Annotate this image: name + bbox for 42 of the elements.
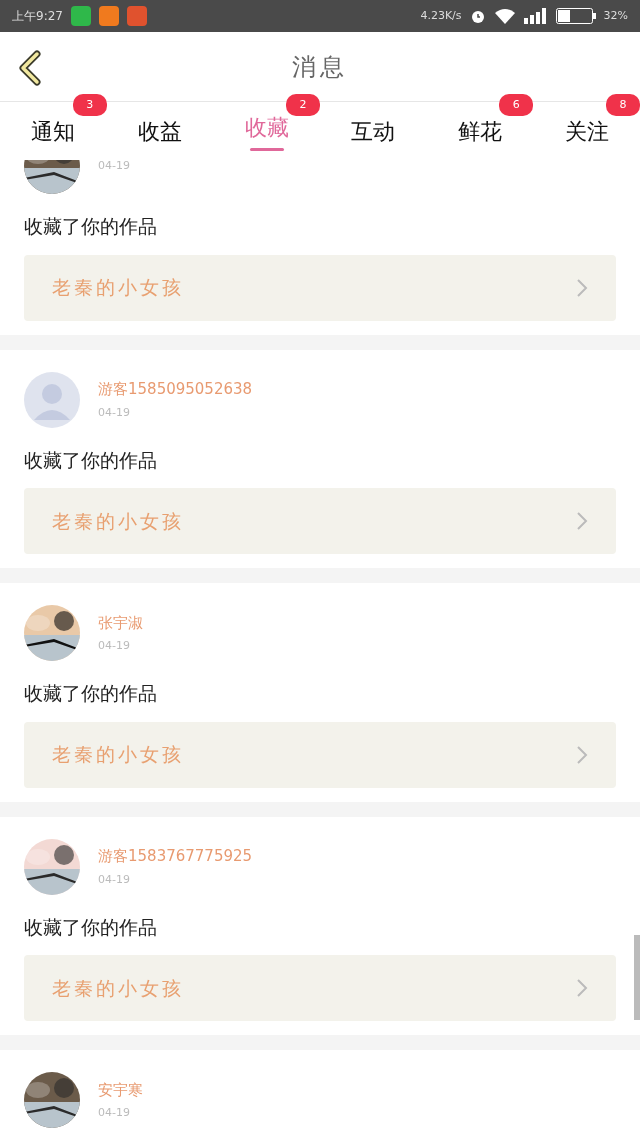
page-title: 消息: [292, 51, 348, 83]
message-date: 04-19: [98, 404, 131, 421]
user-name[interactable]: 游客1585095052638: [98, 378, 253, 401]
chevron-right-icon: [576, 978, 588, 998]
tab[interactable]: 互动: [320, 102, 427, 160]
user-name[interactable]: 游客1583767775925: [98, 845, 253, 868]
chevron-left-icon: [17, 50, 43, 86]
chevron-right-icon: [576, 277, 588, 298]
chevron-right-icon: [576, 511, 588, 531]
count-badge: 3: [72, 94, 107, 116]
message-text: 收藏了你的作品: [24, 914, 158, 940]
message-date: 04-19: [98, 1105, 131, 1121]
work-link[interactable]: 老秦的小女孩: [24, 254, 616, 321]
work-link[interactable]: 老秦的小女孩: [24, 955, 616, 1021]
message-date: 04-19: [98, 638, 131, 654]
signal-icon: [523, 8, 548, 24]
user-name[interactable]: 安宇寒: [98, 1078, 143, 1101]
battery-icon: [555, 8, 596, 24]
alarm-icon: [469, 8, 486, 24]
count-badge: 8: [606, 94, 640, 116]
count-badge: 6: [499, 94, 534, 116]
clock-time: 上午9:27: [12, 8, 63, 25]
message-text: 收藏了你的作品: [24, 681, 158, 706]
message-date: 04-19: [98, 160, 130, 174]
user-name[interactable]: 张宇淑: [98, 611, 143, 634]
message-date: 04-19: [98, 871, 131, 888]
work-link[interactable]: 老秦的小女孩: [24, 721, 616, 788]
message-text: 收藏了你的作品: [24, 214, 158, 239]
message-text: 收藏了你的作品: [24, 447, 158, 473]
tab[interactable]: 收益: [106, 102, 214, 160]
back-button[interactable]: [16, 50, 44, 86]
battery-percent: 32%: [603, 7, 628, 24]
wifi-icon: [493, 8, 516, 24]
chevron-right-icon: [576, 744, 588, 765]
tab-indicator: [249, 148, 284, 151]
app-icon: [126, 6, 147, 26]
work-link[interactable]: 老秦的小女孩: [24, 488, 616, 554]
avatar-icon: [24, 371, 80, 428]
count-badge: 2: [286, 94, 320, 116]
network-speed: 4.23K/s: [420, 7, 462, 24]
app-icon: [70, 6, 91, 26]
app-icon: [98, 6, 119, 26]
